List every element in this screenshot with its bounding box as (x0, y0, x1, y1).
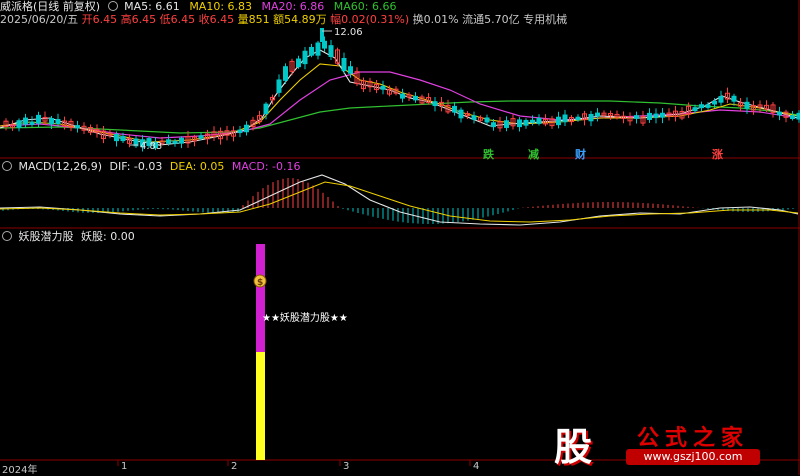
candle-body (471, 115, 477, 120)
candle-body (744, 101, 750, 109)
candle-body (790, 115, 795, 120)
indicator-title: 妖股潜力股 (18, 230, 74, 243)
watermark-gu: 股 (554, 424, 593, 469)
candle-body (575, 116, 581, 121)
candle-body (692, 107, 698, 112)
candle-body (296, 58, 301, 68)
candle-body (172, 140, 178, 144)
candle-body (55, 118, 61, 125)
candlesticks (3, 28, 800, 152)
candle-body (263, 103, 269, 115)
candle-body (341, 57, 347, 72)
ma5-line (0, 49, 799, 146)
candle-body (237, 129, 243, 134)
candle-body (283, 66, 288, 81)
watermark-title: 公式之家 (637, 426, 750, 451)
candle-body (452, 105, 457, 113)
candle-body (562, 114, 568, 123)
candle-body (705, 104, 711, 108)
signal-tag-cai[interactable]: 财 (575, 146, 586, 162)
candle-body (458, 109, 464, 119)
candle-body (380, 85, 386, 90)
high-price-label: 12.06 (334, 27, 363, 38)
candle-body (536, 117, 542, 124)
site-watermark: 股 公式之家 www.gszj100.com (542, 416, 782, 471)
candle-body (179, 137, 184, 144)
x-tick-4: 4 (473, 461, 480, 472)
candle-body (588, 113, 594, 122)
indicator-header: 妖股潜力股 妖股: 0.00 (0, 230, 135, 243)
candle-body (348, 66, 353, 74)
candle-body (595, 112, 600, 117)
candle-body (400, 93, 405, 99)
candle-body-high (320, 28, 324, 42)
indicator-annotation: ★★妖股潜力股★★ (262, 311, 348, 324)
macd-value: MACD: -0.16 (231, 160, 301, 173)
candle-body (718, 96, 724, 103)
ma60-line (0, 100, 799, 134)
candle-body (484, 117, 490, 123)
candle-body (198, 135, 204, 139)
macd-settings-icon[interactable] (2, 161, 12, 171)
candle-body (23, 117, 28, 125)
indicator-bar-bottom (256, 352, 265, 460)
candle-body (120, 135, 126, 142)
macd-histogram (2, 178, 794, 224)
candle-body (699, 104, 704, 109)
candle-body (731, 95, 737, 102)
candle-body (16, 120, 22, 128)
candle-body (166, 139, 171, 144)
candle-body (49, 118, 54, 125)
candle-body (75, 125, 80, 129)
candle-body (634, 115, 639, 119)
indicator-settings-icon[interactable] (2, 231, 12, 241)
candle-body (413, 95, 418, 101)
candle-body (114, 134, 119, 142)
x-tick-2: 2 (231, 461, 238, 472)
candle-body (504, 120, 509, 128)
macd-dif-line (0, 174, 799, 226)
macd-dea: DEA: 0.05 (169, 160, 225, 173)
candle-body (530, 119, 535, 123)
x-tick-3: 3 (343, 461, 350, 472)
candle-body (432, 101, 438, 107)
candle-body (647, 112, 652, 120)
indicator-value: 妖股: 0.00 (81, 230, 135, 243)
money-bag-glyph: $ (257, 278, 263, 288)
candle-body (491, 122, 496, 128)
macd-title: MACD(12,26,9) (18, 160, 103, 173)
candle-body (660, 112, 665, 118)
watermark-url: www.gszj100.com (626, 449, 760, 465)
candle-body (322, 40, 327, 49)
low-price-label: 4.83 (140, 141, 162, 152)
macd-dea-line (0, 181, 799, 223)
candle-body (328, 45, 334, 57)
candle-body (517, 119, 522, 128)
signal-tag-jian[interactable]: 减 (528, 146, 539, 162)
candle-body (556, 116, 561, 126)
macd-dif: DIF: -0.03 (109, 160, 163, 173)
candle-body (244, 124, 249, 133)
candle-body (712, 100, 717, 105)
candle-body (653, 113, 659, 119)
candle-body (523, 119, 529, 126)
candle-body (315, 42, 321, 56)
signal-tag-die[interactable]: 跌 (483, 146, 494, 162)
candle-body (276, 79, 282, 93)
macd-header: MACD(12,26,9) DIF: -0.03 DEA: 0.05 MACD:… (0, 160, 301, 173)
x-tick-1: 1 (121, 461, 128, 472)
indicator-bar-top (256, 244, 265, 352)
signal-tag-zhang[interactable]: 涨 (712, 146, 723, 162)
candle-body (302, 50, 308, 65)
x-tick-year: 2024年 (2, 465, 38, 476)
candle-body (29, 121, 35, 125)
candle-body (36, 114, 41, 124)
candle-body (777, 111, 782, 116)
candle-body (309, 46, 314, 56)
